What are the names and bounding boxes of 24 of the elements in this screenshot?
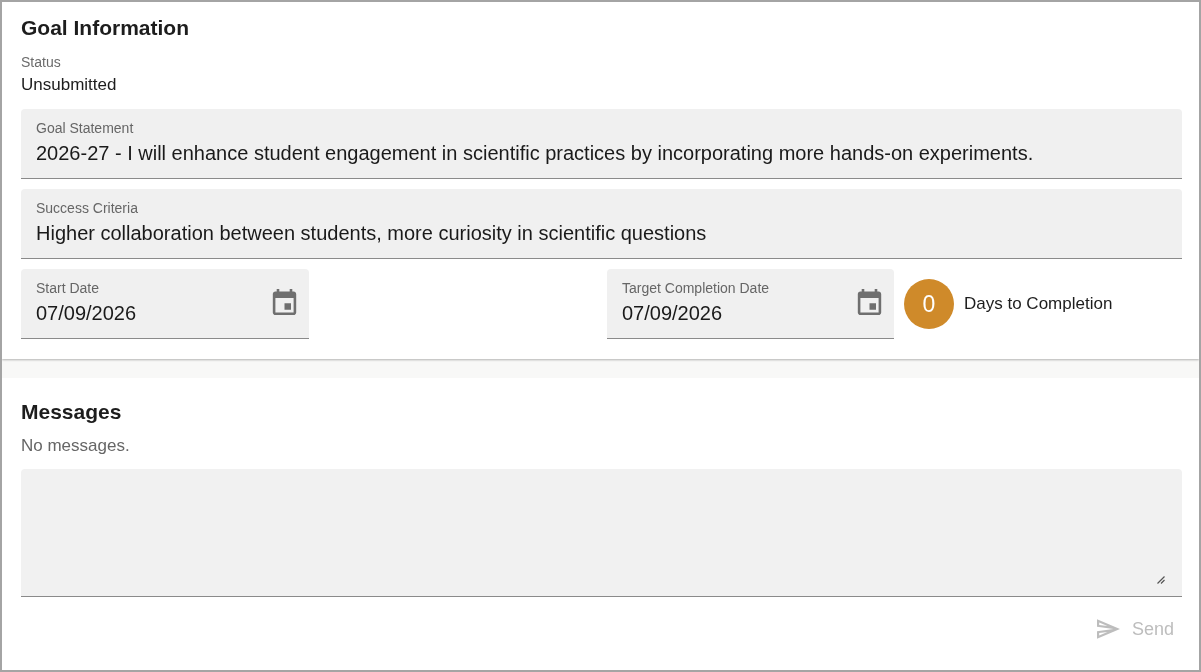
- resize-handle-icon[interactable]: [1157, 576, 1165, 584]
- section-title: Goal Information: [21, 15, 189, 41]
- days-label: Days to Completion: [964, 294, 1113, 314]
- date-field[interactable]: Target Completion Date 07/09/2026: [607, 269, 894, 339]
- field-value: Higher collaboration between students, more curiosity in scientific questions: [36, 221, 707, 245]
- status-label: Status: [21, 53, 61, 71]
- date-field[interactable]: Start Date 07/09/2026: [21, 269, 309, 339]
- field-label: Success Criteria: [36, 199, 138, 217]
- field-value: 07/09/2026: [36, 301, 137, 325]
- section-title: Messages: [21, 399, 122, 425]
- days-count-badge: 0: [904, 279, 954, 329]
- send-icon: [1096, 619, 1120, 639]
- status-value: Unsubmitted: [21, 75, 117, 95]
- field-value: 07/09/2026: [622, 301, 723, 325]
- empty-message-text: No messages.: [21, 436, 130, 456]
- text-field[interactable]: Goal Statement 2026-27 - I will enhance student engagement in scientific practices by incorporating more hands-on experiments.: [21, 109, 1182, 179]
- field-label: Start Date: [36, 279, 100, 297]
- field-value: 2026-27 - I will enhance student engagement in scientific practices by incorporating more hands-on experiments.: [36, 141, 1034, 165]
- field-label: Target Completion Date: [622, 279, 770, 297]
- calendar-icon[interactable]: [857, 289, 882, 315]
- message-input[interactable]: [21, 469, 1182, 597]
- calendar-icon[interactable]: [272, 289, 297, 315]
- field-label: Goal Statement: [36, 119, 134, 137]
- text-field[interactable]: Success Criteria Higher collaboration between students, more curiosity in scientific questions: [21, 189, 1182, 259]
